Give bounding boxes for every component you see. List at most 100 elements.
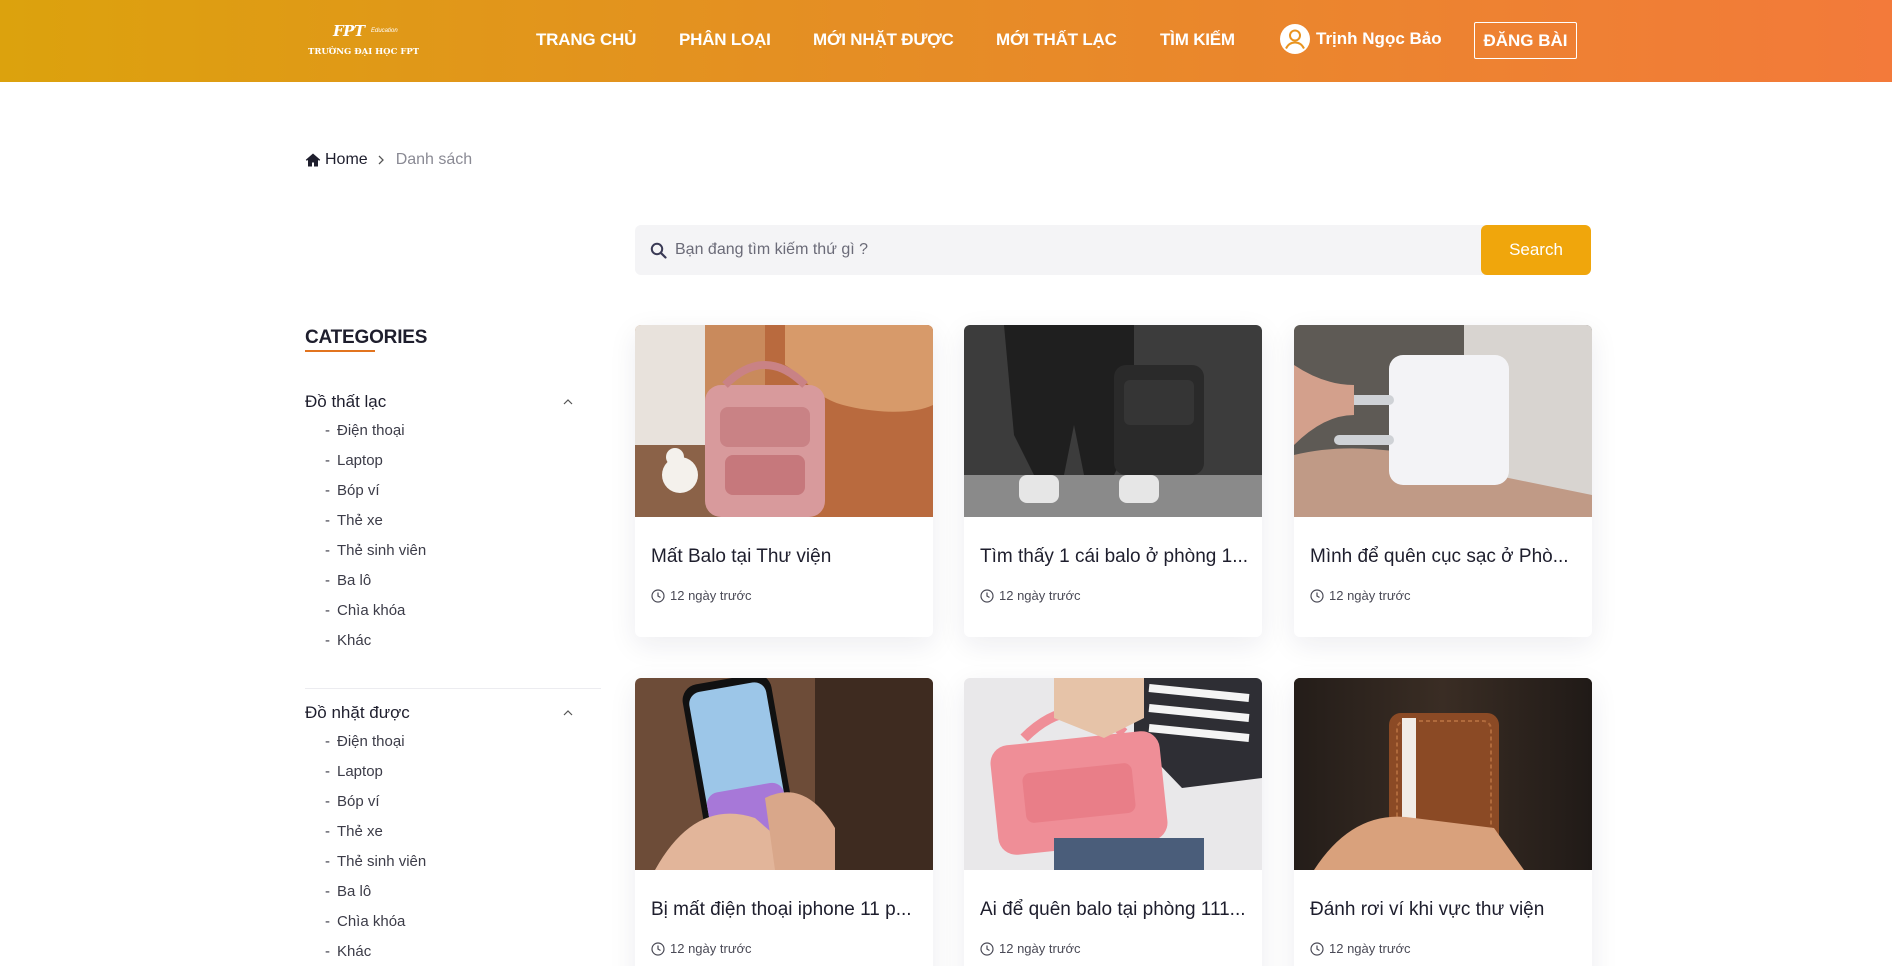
logo-sub: Education bbox=[371, 28, 398, 34]
category-item-label: Điện thoại bbox=[337, 421, 405, 439]
category-group-header[interactable]: Đồ nhặt được bbox=[305, 700, 573, 726]
category-item[interactable]: - Laptop bbox=[305, 756, 573, 786]
user-menu[interactable]: Trịnh Ngọc Bảo bbox=[1279, 22, 1442, 56]
post-meta: 12 ngày trước bbox=[651, 941, 752, 956]
category-item[interactable]: - Bóp ví bbox=[305, 786, 573, 816]
category-item[interactable]: - Chìa khóa bbox=[305, 906, 573, 936]
post-card[interactable]: Mình để quên cục sạc ở Phò... 12 ngày tr… bbox=[1294, 325, 1592, 637]
category-item[interactable]: - Thẻ xe bbox=[305, 505, 573, 535]
nav-moi-that-lac[interactable]: MỚI THẤT LẠC bbox=[996, 30, 1117, 50]
post-thumbnail bbox=[1294, 678, 1592, 870]
category-item-label: Khác bbox=[337, 942, 372, 960]
post-meta: 12 ngày trước bbox=[1310, 588, 1411, 603]
category-item[interactable]: - Bóp ví bbox=[305, 475, 573, 505]
category-item-label: Thẻ sinh viên bbox=[337, 541, 427, 559]
nav-moi-nhat-duoc[interactable]: MỚI NHẶT ĐƯỢC bbox=[813, 30, 954, 50]
black-backpack-image bbox=[964, 325, 1262, 517]
post-time: 12 ngày trước bbox=[670, 941, 752, 956]
user-circle-icon bbox=[1280, 24, 1310, 54]
post-card[interactable]: Đánh rơi ví khi vực thư viện 12 ngày trư… bbox=[1294, 678, 1592, 966]
search-input[interactable] bbox=[675, 225, 1475, 275]
post-card[interactable]: Bị mất điện thoại iphone 11 p... 12 ngày… bbox=[635, 678, 933, 966]
category-group-label: Đồ thất lạc bbox=[305, 392, 387, 411]
post-title[interactable]: Mình để quên cục sạc ở Phò... bbox=[1310, 546, 1580, 568]
search-button[interactable]: Search bbox=[1481, 225, 1591, 275]
post-time: 12 ngày trước bbox=[670, 588, 752, 603]
category-item[interactable]: - Khác bbox=[305, 936, 573, 966]
category-item-label: Thẻ xe bbox=[337, 511, 383, 529]
category-group-header[interactable]: Đồ thất lạc bbox=[305, 389, 573, 415]
chevron-right-icon bbox=[378, 155, 384, 165]
categories-title: CATEGORIES bbox=[305, 327, 428, 348]
category-item[interactable]: - Thẻ xe bbox=[305, 816, 573, 846]
post-card[interactable]: Mất Balo tại Thư viện 12 ngày trước bbox=[635, 325, 933, 637]
breadcrumb-home[interactable]: Home bbox=[325, 151, 368, 169]
post-thumbnail bbox=[964, 325, 1262, 517]
category-item[interactable]: - Điện thoại bbox=[305, 415, 573, 445]
post-thumbnail bbox=[635, 325, 933, 517]
chevron-up-icon bbox=[563, 710, 573, 716]
top-header: FPT Education TRƯỜNG ĐẠI HỌC FPT TRANG C… bbox=[0, 0, 1892, 82]
post-meta: 12 ngày trước bbox=[1310, 941, 1411, 956]
white-charger-image bbox=[1294, 325, 1592, 517]
category-item-label: Ba lô bbox=[337, 571, 372, 589]
category-item-label: Điện thoại bbox=[337, 732, 405, 750]
post-time: 12 ngày trước bbox=[999, 588, 1081, 603]
nav-phan-loai[interactable]: PHÂN LOẠI bbox=[679, 30, 771, 50]
category-group-found: Đồ nhặt được - Điện thoại - Laptop - Bóp ví… bbox=[305, 700, 573, 966]
logo-school: TRƯỜNG ĐẠI HỌC FPT bbox=[308, 47, 420, 57]
search-bar: Search bbox=[635, 225, 1591, 275]
home-icon bbox=[305, 153, 321, 167]
category-group-label: Đồ nhặt được bbox=[305, 703, 410, 722]
category-item-label: Laptop bbox=[337, 762, 383, 780]
category-group-lost: Đồ thất lạc - Điện thoại - Laptop - Bóp ví … bbox=[305, 389, 573, 655]
brown-wallet-image bbox=[1294, 678, 1592, 870]
nav-tim-kiem[interactable]: TÌM KIẾM bbox=[1160, 30, 1235, 50]
clock-icon bbox=[651, 941, 665, 956]
category-item[interactable]: - Thẻ sinh viên bbox=[305, 846, 573, 876]
post-thumbnail bbox=[964, 678, 1262, 870]
post-card[interactable]: Tìm thấy 1 cái balo ở phòng 1... 12 ngày… bbox=[964, 325, 1262, 637]
clock-icon bbox=[980, 941, 994, 956]
category-item-label: Laptop bbox=[337, 451, 383, 469]
category-item-label: Ba lô bbox=[337, 882, 372, 900]
logo-brand: FPT bbox=[333, 22, 365, 40]
category-item[interactable]: - Ba lô bbox=[305, 876, 573, 906]
post-title[interactable]: Mất Balo tại Thư viện bbox=[651, 546, 921, 568]
post-thumbnail bbox=[1294, 325, 1592, 517]
category-item-label: Khác bbox=[337, 631, 372, 649]
category-item[interactable]: - Laptop bbox=[305, 445, 573, 475]
post-meta: 12 ngày trước bbox=[651, 588, 752, 603]
iphone-image bbox=[635, 678, 933, 870]
clock-icon bbox=[651, 588, 665, 603]
categories-underline bbox=[305, 350, 375, 352]
category-item-label: Bóp ví bbox=[337, 792, 380, 810]
category-item[interactable]: - Thẻ sinh viên bbox=[305, 535, 573, 565]
chevron-up-icon bbox=[563, 399, 573, 405]
nav-trang-chu[interactable]: TRANG CHỦ bbox=[536, 30, 636, 50]
category-item[interactable]: - Khác bbox=[305, 625, 573, 655]
category-item[interactable]: - Chìa khóa bbox=[305, 595, 573, 625]
breadcrumb: Home Danh sách bbox=[305, 151, 472, 169]
category-item[interactable]: - Điện thoại bbox=[305, 726, 573, 756]
post-title[interactable]: Bị mất điện thoại iphone 11 p... bbox=[651, 899, 921, 921]
category-item[interactable]: - Ba lô bbox=[305, 565, 573, 595]
pink-bag-image bbox=[964, 678, 1262, 870]
category-item-label: Thẻ sinh viên bbox=[337, 852, 427, 870]
clock-icon bbox=[980, 588, 994, 603]
post-meta: 12 ngày trước bbox=[980, 941, 1081, 956]
post-meta: 12 ngày trước bbox=[980, 588, 1081, 603]
search-icon bbox=[650, 242, 667, 259]
post-title[interactable]: Ai để quên balo tại phòng 111... bbox=[980, 899, 1250, 921]
post-button[interactable]: ĐĂNG BÀI bbox=[1474, 22, 1577, 59]
post-card[interactable]: Ai để quên balo tại phòng 111... 12 ngày… bbox=[964, 678, 1262, 966]
post-time: 12 ngày trước bbox=[1329, 588, 1411, 603]
fpt-logo[interactable]: FPT Education TRƯỜNG ĐẠI HỌC FPT bbox=[305, 20, 425, 60]
breadcrumb-current: Danh sách bbox=[395, 151, 473, 168]
category-item-label: Chìa khóa bbox=[337, 912, 406, 930]
post-title[interactable]: Tìm thấy 1 cái balo ở phòng 1... bbox=[980, 546, 1250, 568]
post-time: 12 ngày trước bbox=[1329, 941, 1411, 956]
post-title[interactable]: Đánh rơi ví khi vực thư viện bbox=[1310, 899, 1580, 921]
category-item-label: Bóp ví bbox=[337, 481, 380, 499]
post-thumbnail bbox=[635, 678, 933, 870]
